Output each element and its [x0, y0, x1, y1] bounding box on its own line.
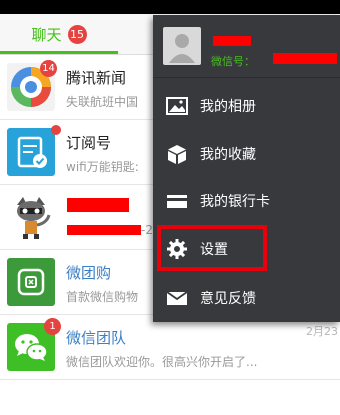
envelope-icon — [166, 291, 188, 305]
redacted-contact-name — [67, 198, 129, 212]
unread-dot — [51, 125, 61, 135]
settings-highlight-annotation — [157, 225, 267, 271]
menu-item-label: 我的相册 — [200, 99, 256, 115]
menu-item-favorites[interactable]: 我的收藏 — [153, 130, 340, 178]
profile-avatar — [163, 27, 201, 65]
menu-item-album[interactable]: 我的相册 — [153, 82, 340, 130]
chat-date: 2月23 — [306, 325, 338, 338]
bank-card-icon — [167, 195, 187, 208]
wechat-id-label: 微信号： — [211, 55, 255, 68]
chat-preview: wifi万能钥匙: — [66, 160, 139, 174]
redacted-profile-name — [213, 36, 251, 46]
chat-preview: 失联航班中国 — [66, 95, 139, 109]
chat-name: 微信团队 — [66, 329, 127, 347]
chat-name: 订阅号 — [66, 134, 112, 152]
unread-badge: 14 — [40, 60, 57, 77]
chat-row-wechat-team[interactable]: 1 微信团队 微信团队欢迎你。很高兴你开启了... 2月23 — [0, 315, 340, 380]
chat-name: 腾讯新闻 — [66, 69, 127, 87]
tab-chat-badge: 15 — [67, 24, 87, 44]
menu-item-label: 意见反馈 — [200, 291, 256, 307]
menu-profile[interactable]: 微信号： — [153, 15, 340, 78]
tab-chat-label: 聊天 — [31, 25, 62, 44]
unread-badge: 1 — [44, 318, 61, 335]
menu-item-label: 我的银行卡 — [200, 194, 270, 210]
menu-item-label: 我的收藏 — [200, 147, 256, 163]
overflow-menu: 微信号： 我的相册 我的收藏 我的银行卡 设置 意见反馈 — [153, 15, 340, 322]
status-bar — [0, 0, 340, 14]
photo-album-icon — [166, 97, 188, 115]
menu-item-feedback[interactable]: 意见反馈 — [153, 274, 340, 322]
redacted-preview — [67, 225, 141, 235]
tab-active-indicator — [0, 51, 118, 54]
redacted-wechat-id — [273, 53, 337, 64]
chat-preview: -2 — [141, 223, 153, 237]
favorites-box-icon — [168, 145, 186, 164]
subscriptions-avatar-icon — [7, 128, 55, 176]
raccoon-avatar-icon — [7, 193, 55, 241]
chat-preview: 微信团队欢迎你。很高兴你开启了... — [66, 355, 258, 369]
tab-chat[interactable]: 聊天 15 — [0, 14, 118, 54]
chat-name: 微团购 — [66, 264, 112, 282]
menu-item-bank-card[interactable]: 我的银行卡 — [153, 177, 340, 225]
chat-preview: 首款微信购物 — [66, 290, 139, 304]
group-buy-avatar-icon — [7, 258, 55, 306]
